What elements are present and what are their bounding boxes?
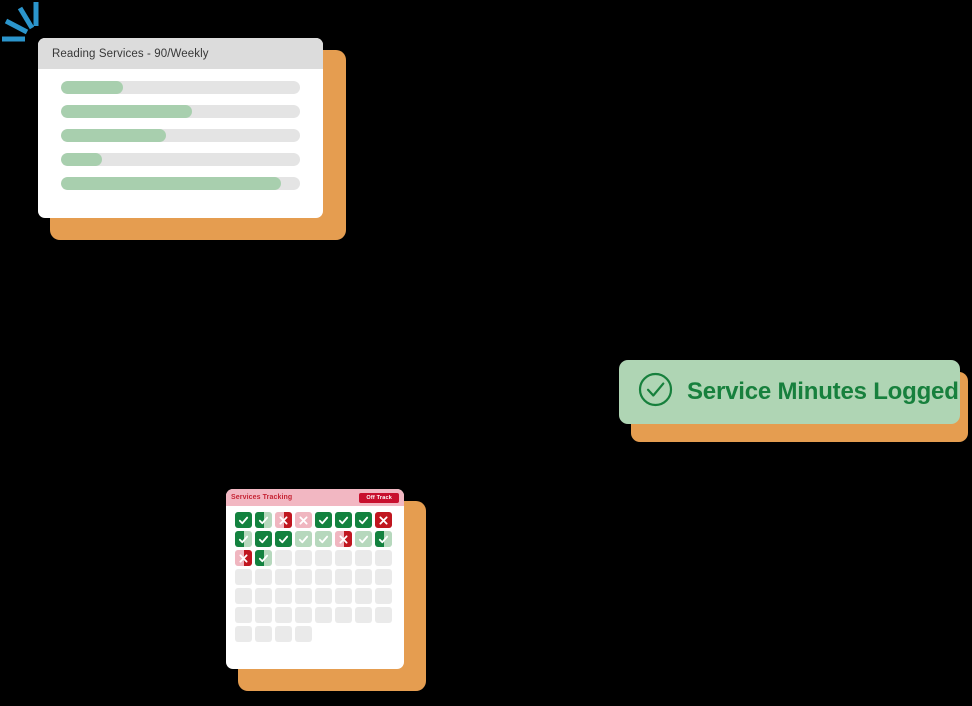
tracking-cell[interactable] [235, 512, 252, 528]
tracking-cell[interactable] [235, 588, 252, 604]
card-header: Services Tracking Off Track [226, 489, 404, 506]
tracking-cell[interactable] [335, 569, 352, 585]
tracking-cell[interactable] [375, 569, 392, 585]
progress-bar-fill [61, 177, 281, 190]
tracking-cell[interactable] [375, 512, 392, 528]
tracking-cell[interactable] [335, 531, 352, 547]
tracking-cell[interactable] [295, 588, 312, 604]
services-tracking-title: Services Tracking [231, 494, 293, 501]
tracking-cell[interactable] [355, 569, 372, 585]
tracking-cell[interactable] [255, 512, 272, 528]
tracking-cell[interactable] [235, 607, 252, 623]
canvas-stage: Reading Services - 90/Weekly Service Min… [0, 0, 972, 706]
reading-services-card[interactable]: Reading Services - 90/Weekly [38, 38, 346, 240]
tracking-cell[interactable] [275, 569, 292, 585]
tracking-cell[interactable] [275, 550, 292, 566]
tracking-cell[interactable] [255, 607, 272, 623]
tracking-cell[interactable] [315, 607, 332, 623]
tracking-cell[interactable] [315, 588, 332, 604]
progress-bar-track [61, 153, 300, 166]
tracking-cell[interactable] [275, 512, 292, 528]
card-header: Reading Services - 90/Weekly [38, 38, 323, 69]
badge-label: Service Minutes Logged [687, 378, 959, 405]
tracking-cell[interactable] [295, 512, 312, 528]
tracking-cell[interactable] [375, 550, 392, 566]
tracking-cell[interactable] [315, 531, 332, 547]
tracking-cell[interactable] [315, 550, 332, 566]
tracking-cell[interactable] [275, 607, 292, 623]
progress-bar-track [61, 81, 300, 94]
tracking-cell[interactable] [275, 626, 292, 642]
tracking-cell[interactable] [255, 550, 272, 566]
tracking-cell[interactable] [255, 531, 272, 547]
tracking-cell[interactable] [235, 550, 252, 566]
tracking-cell[interactable] [355, 607, 372, 623]
progress-bar-fill [61, 153, 102, 166]
progress-bar-track [61, 105, 300, 118]
tracking-cell[interactable] [375, 531, 392, 547]
tracking-cell[interactable] [355, 512, 372, 528]
progress-bar-fill [61, 129, 167, 142]
tracking-cell[interactable] [235, 626, 252, 642]
tracking-cell[interactable] [255, 588, 272, 604]
check-circle-icon [637, 371, 674, 413]
progress-bar-fill [61, 105, 193, 118]
tracking-cell[interactable] [315, 512, 332, 528]
services-tracking-grid[interactable] [226, 506, 404, 642]
tracking-cell[interactable] [335, 588, 352, 604]
tracking-cell[interactable] [295, 569, 312, 585]
tracking-cell[interactable] [375, 607, 392, 623]
status-badge: Off Track [359, 492, 399, 503]
tracking-cell[interactable] [255, 626, 272, 642]
progress-bar-fill [61, 81, 124, 94]
tracking-cell[interactable] [355, 550, 372, 566]
tracking-cell[interactable] [335, 550, 352, 566]
card-body: Services Tracking Off Track [226, 489, 404, 669]
tracking-cell[interactable] [275, 588, 292, 604]
tracking-cell[interactable] [295, 550, 312, 566]
tracking-cell[interactable] [355, 531, 372, 547]
tracking-cell[interactable] [255, 569, 272, 585]
tracking-cell[interactable] [335, 607, 352, 623]
tracking-cell[interactable] [295, 607, 312, 623]
tracking-cell[interactable] [315, 569, 332, 585]
tracking-cell[interactable] [235, 531, 252, 547]
tracking-cell[interactable] [375, 588, 392, 604]
progress-bar-list [38, 69, 323, 190]
services-tracking-card[interactable]: Services Tracking Off Track [226, 489, 426, 691]
tracking-cell[interactable] [235, 569, 252, 585]
tracking-cell[interactable] [295, 531, 312, 547]
progress-bar-track [61, 177, 300, 190]
service-minutes-logged-badge[interactable]: Service Minutes Logged [619, 360, 972, 442]
reading-services-title: Reading Services - 90/Weekly [52, 47, 209, 60]
progress-bar-track [61, 129, 300, 142]
tracking-cell[interactable] [355, 588, 372, 604]
tracking-cell[interactable] [335, 512, 352, 528]
badge-body: Service Minutes Logged [619, 360, 960, 424]
card-body: Reading Services - 90/Weekly [38, 38, 323, 218]
tracking-cell[interactable] [275, 531, 292, 547]
tracking-cell[interactable] [295, 626, 312, 642]
